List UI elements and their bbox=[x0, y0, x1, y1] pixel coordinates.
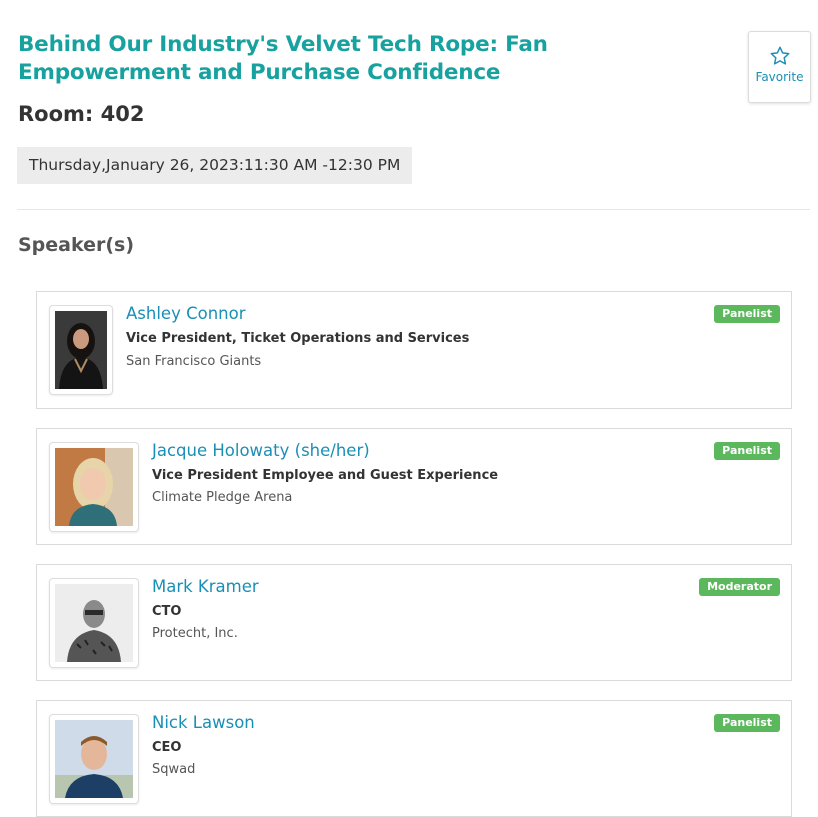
speaker-photo[interactable] bbox=[49, 578, 139, 668]
favorite-button[interactable]: Favorite bbox=[748, 31, 811, 103]
session-title: Behind Our Industry's Velvet Tech Rope: … bbox=[18, 32, 548, 85]
speaker-title: Vice President, Ticket Operations and Se… bbox=[126, 331, 470, 346]
speaker-organization: Protecht, Inc. bbox=[152, 626, 238, 641]
speaker-name[interactable]: Jacque Holowaty (she/her) bbox=[152, 441, 370, 460]
room-label: Room: 402 bbox=[18, 102, 145, 126]
speaker-card: Mark Kramer CTO Protecht, Inc. Moderator bbox=[36, 564, 792, 681]
speaker-name[interactable]: Nick Lawson bbox=[152, 713, 255, 732]
speakers-heading: Speaker(s) bbox=[18, 234, 135, 256]
speaker-organization: Sqwad bbox=[152, 762, 196, 777]
speaker-photo[interactable] bbox=[49, 305, 113, 395]
star-outline-icon bbox=[770, 46, 789, 65]
speaker-card: Jacque Holowaty (she/her) Vice President… bbox=[36, 428, 792, 545]
speaker-organization: Climate Pledge Arena bbox=[152, 490, 293, 505]
favorite-label: Favorite bbox=[755, 70, 804, 84]
speaker-title: CTO bbox=[152, 604, 182, 619]
speaker-photo[interactable] bbox=[49, 714, 139, 804]
divider bbox=[17, 209, 810, 210]
session-datetime: Thursday,January 26, 2023:11:30 AM -12:3… bbox=[17, 147, 413, 184]
role-badge: Panelist bbox=[714, 305, 780, 323]
role-badge: Moderator bbox=[699, 578, 780, 596]
speaker-title: Vice President Employee and Guest Experi… bbox=[152, 468, 499, 483]
role-badge: Panelist bbox=[714, 442, 780, 460]
speaker-title: CEO bbox=[152, 740, 182, 755]
speaker-photo[interactable] bbox=[49, 442, 139, 532]
speaker-card: Nick Lawson CEO Sqwad Panelist bbox=[36, 700, 792, 817]
speaker-card: Ashley Connor Vice President, Ticket Ope… bbox=[36, 291, 792, 409]
speaker-organization: San Francisco Giants bbox=[126, 354, 262, 369]
speaker-name[interactable]: Ashley Connor bbox=[126, 304, 246, 323]
role-badge: Panelist bbox=[714, 714, 780, 732]
speaker-name[interactable]: Mark Kramer bbox=[152, 577, 259, 596]
